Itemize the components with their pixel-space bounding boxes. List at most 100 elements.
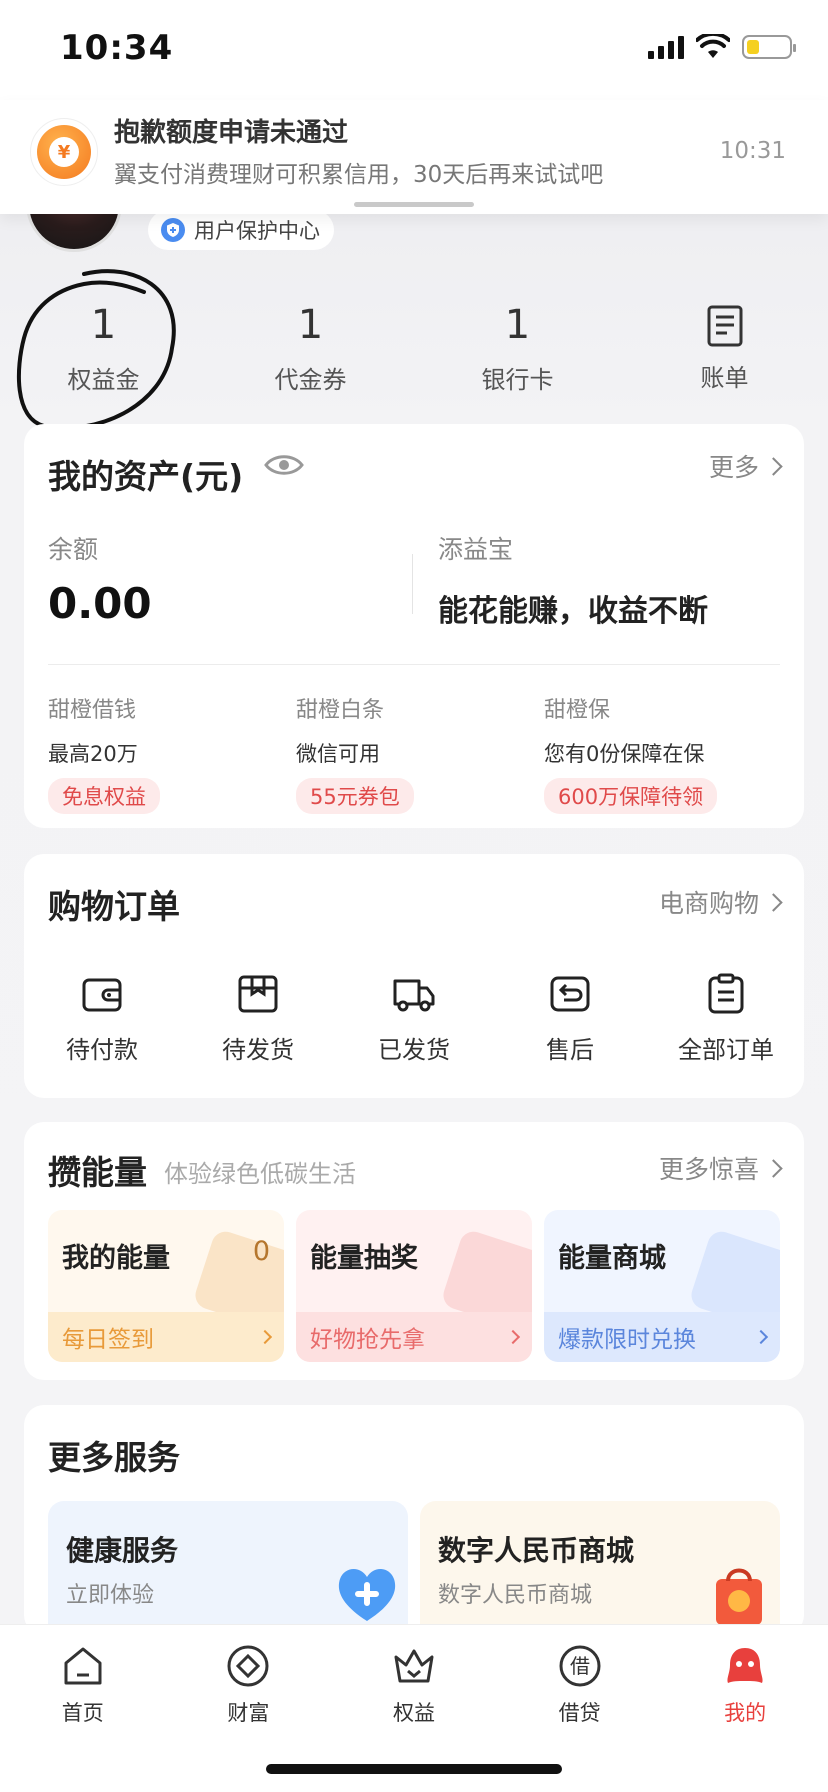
notification-subtitle: 翼支付消费理财可积累信用，30天后再来试试吧 [114, 162, 604, 188]
product-desc: 您有0份保障在保 [544, 742, 705, 766]
orders-more-link[interactable]: 电商购物 [658, 884, 783, 920]
energy-action-label: 爆款限时兑换 [558, 1327, 696, 1353]
order-status-label: 售后 [546, 1036, 594, 1064]
user-protection-badge[interactable]: 用户保护中心 [148, 210, 334, 250]
order-status-label: 已发货 [378, 1036, 450, 1064]
order-pending-shipment[interactable]: 待发货 [180, 972, 336, 1065]
stat-benefit-gold[interactable]: 1 权益金 [0, 300, 207, 410]
stat-value: 1 [90, 302, 117, 348]
home-indicator[interactable] [266, 1764, 562, 1774]
loan-glyph: 借 [570, 1654, 590, 1678]
order-status-label: 待付款 [66, 1036, 138, 1064]
assets-more-link[interactable]: 更多 [708, 448, 783, 484]
order-status-label: 待发货 [222, 1036, 294, 1064]
order-status-label: 全部订单 [678, 1036, 774, 1064]
assets-card: 我的资产(元) 更多 余额 0.00 添益宝 能花能赚，收益不断 甜橙借钱 最高… [24, 424, 804, 828]
product-desc: 最高20万 [48, 742, 138, 766]
energy-subtitle: 体验绿色低碳生活 [164, 1160, 356, 1188]
stat-label: 账单 [700, 364, 749, 392]
stat-label: 银行卡 [481, 366, 554, 394]
energy-card: 攒能量 体验绿色低碳生活 更多惊喜 我的能量 0 每日签到 能量抽奖 好物抢先拿… [24, 1122, 804, 1380]
order-pending-payment[interactable]: 待付款 [24, 972, 180, 1065]
tab-loan[interactable]: 借 借贷 [497, 1643, 663, 1727]
stat-bill[interactable]: 账单 [621, 300, 828, 410]
service-subtitle: 数字人民币商城 [438, 1583, 593, 1608]
notification-time: 10:31 [719, 138, 786, 164]
energy-action-label: 每日签到 [62, 1327, 154, 1353]
return-icon [550, 976, 590, 1012]
profile-icon [727, 1648, 763, 1683]
product-desc: 微信可用 [296, 742, 380, 766]
energy-value: 0 [252, 1236, 270, 1267]
energy-tile-action[interactable]: 爆款限时兑换 [544, 1312, 780, 1362]
energy-tile-title: 能量抽奖 [310, 1243, 418, 1274]
tianyibao-label: 添益宝 [438, 535, 514, 564]
energy-tile-title: 能量商城 [558, 1243, 666, 1274]
balance-value[interactable]: 0.00 [48, 579, 152, 628]
package-icon [238, 975, 278, 1013]
order-after-sales[interactable]: 售后 [492, 972, 648, 1065]
energy-title: 攒能量 [48, 1153, 147, 1192]
energy-tile-action[interactable]: 每日签到 [48, 1312, 284, 1362]
signal-icon [648, 35, 684, 59]
chevron-right-icon [764, 1158, 783, 1178]
truck-icon [393, 979, 435, 1012]
stat-label: 权益金 [67, 366, 140, 394]
tianyibao-slogan[interactable]: 能花能赚，收益不断 [438, 586, 708, 630]
energy-tile-lottery[interactable]: 能量抽奖 好物抢先拿 [296, 1210, 532, 1362]
tab-home[interactable]: 首页 [0, 1643, 166, 1727]
order-all[interactable]: 全部订单 [648, 972, 804, 1065]
energy-tile-my-energy[interactable]: 我的能量 0 每日签到 [48, 1210, 284, 1362]
tab-label: 首页 [61, 1701, 104, 1725]
battery-icon [742, 35, 796, 59]
shield-icon [161, 218, 185, 242]
chevron-right-icon [505, 1329, 521, 1345]
service-title: 健康服务 [66, 1534, 179, 1567]
stat-label: 代金券 [274, 366, 347, 394]
stat-value: 1 [504, 302, 531, 348]
chevron-right-icon [753, 1329, 769, 1345]
order-shipped[interactable]: 已发货 [336, 972, 492, 1065]
energy-more-link[interactable]: 更多惊喜 [658, 1150, 783, 1186]
service-subtitle: 立即体验 [66, 1583, 155, 1608]
product-name: 甜橙保 [544, 698, 611, 723]
product-tag: 55元券包 [296, 778, 414, 814]
notification-banner[interactable]: ¥ 抱歉额度申请未通过 翼支付消费理财可积累信用，30天后再来试试吧 10:31 [0, 100, 828, 214]
chevron-right-icon [764, 456, 783, 476]
orders-card: 购物订单 电商购物 待付款 待发货 已发货 售后 全部订单 [24, 854, 804, 1098]
bill-icon [707, 305, 742, 347]
wifi-icon [696, 34, 730, 58]
tab-profile[interactable]: 我的 [662, 1643, 828, 1727]
divider [412, 554, 413, 614]
stat-bank-cards[interactable]: 1 银行卡 [414, 300, 621, 410]
orders-more-label: 电商购物 [658, 889, 759, 918]
product-tiancheng-insurance[interactable]: 甜橙保 您有0份保障在保 600万保障待领 [544, 692, 718, 814]
tab-benefits[interactable]: 权益 [331, 1643, 497, 1727]
heart-plus-icon [338, 1568, 396, 1621]
status-bar: 10:34 [0, 0, 828, 100]
bottom-tab-bar: 首页 财富 权益 借 借贷 我的 [0, 1624, 828, 1792]
energy-tile-mall[interactable]: 能量商城 爆款限时兑换 [544, 1210, 780, 1362]
divider [48, 664, 780, 665]
order-status-row: 待付款 待发货 已发货 售后 全部订单 [24, 972, 804, 1065]
tab-wealth[interactable]: 财富 [166, 1643, 332, 1727]
clipboard-icon [708, 973, 744, 1014]
assets-more-label: 更多 [708, 453, 759, 482]
eye-icon[interactable] [264, 452, 304, 478]
wallet-icon [82, 978, 122, 1012]
notification-title: 抱歉额度申请未通过 [114, 118, 349, 148]
product-tiancheng-loan[interactable]: 甜橙借钱 最高20万 免息权益 [48, 692, 160, 814]
energy-more-label: 更多惊喜 [658, 1155, 759, 1184]
product-tiancheng-baitiao[interactable]: 甜橙白条 微信可用 55元券包 [296, 692, 414, 814]
wealth-icon [227, 1645, 269, 1687]
notification-drag-handle[interactable] [354, 202, 474, 207]
home-icon [64, 1647, 102, 1685]
product-tag: 免息权益 [48, 778, 160, 814]
shopping-bag-icon [716, 1568, 762, 1625]
stat-vouchers[interactable]: 1 代金券 [207, 300, 414, 410]
energy-tile-action[interactable]: 好物抢先拿 [296, 1312, 532, 1362]
stat-value: 1 [297, 302, 324, 348]
tab-label: 借贷 [558, 1701, 601, 1725]
tab-label: 权益 [392, 1701, 435, 1725]
assets-title: 我的资产(元) [48, 457, 244, 496]
